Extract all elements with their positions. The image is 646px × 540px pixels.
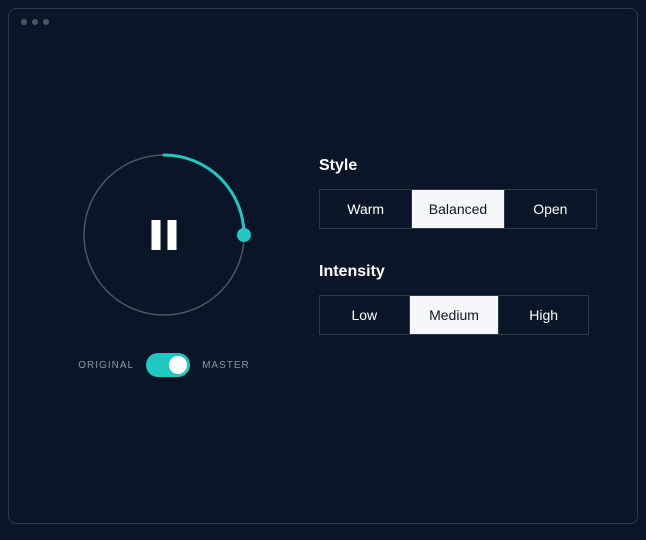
toggle-label-original: ORIGINAL [78, 360, 134, 371]
intensity-option-medium[interactable]: Medium [410, 296, 500, 334]
intensity-heading: Intensity [319, 263, 597, 281]
toggle-label-master: MASTER [202, 360, 250, 371]
window-control-dot [43, 19, 49, 25]
style-option-warm[interactable]: Warm [320, 190, 412, 228]
pause-icon [168, 220, 177, 250]
pause-icon [152, 220, 161, 250]
pause-button[interactable] [152, 220, 177, 250]
app-window: ORIGINAL MASTER Style Warm Balanced Open… [8, 8, 638, 524]
window-control-dot [21, 19, 27, 25]
style-option-open[interactable]: Open [505, 190, 596, 228]
intensity-segmented-control: Low Medium High [319, 295, 589, 335]
toggle-knob [169, 356, 187, 374]
style-segmented-control: Warm Balanced Open [319, 189, 597, 229]
intensity-option-low[interactable]: Low [320, 296, 410, 334]
titlebar [9, 9, 637, 35]
original-master-toggle[interactable] [146, 353, 190, 377]
style-option-balanced[interactable]: Balanced [412, 190, 504, 228]
style-heading: Style [319, 157, 597, 175]
window-control-dot [32, 19, 38, 25]
intensity-option-high[interactable]: High [499, 296, 588, 334]
progress-dial[interactable] [74, 145, 254, 325]
